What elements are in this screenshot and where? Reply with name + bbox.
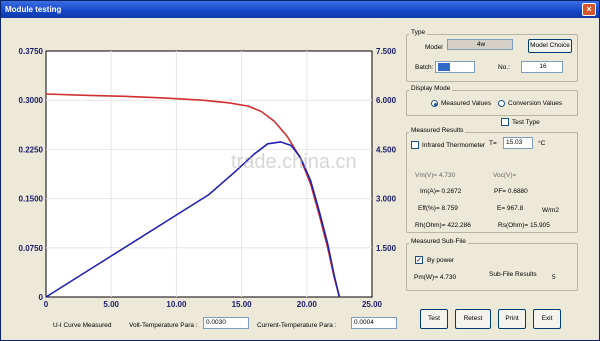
display-mode-title: Display Mode	[409, 85, 453, 92]
y-left-tick-label: 0.3000	[19, 96, 44, 105]
title-bar: Module testing ×	[1, 1, 599, 18]
subfile-title: Measured Sub-File	[409, 238, 468, 245]
x-tick-label: 10.00	[166, 300, 187, 307]
x-tick-label: 15.00	[232, 300, 253, 307]
voc-value: Voc(V)=	[493, 172, 517, 179]
module-testing-window: Module testing × 0.3750 0.3000 0.2250 0.150…	[0, 0, 600, 341]
volt-temp-label: Volt-Temperature Para :	[129, 322, 198, 329]
type-group-title: Type	[409, 29, 428, 36]
retest-button[interactable]: Retest	[455, 309, 491, 329]
subfile-results-label: Sub-File Results	[489, 271, 537, 278]
left-axis-ticks: 0.37500.30000.22500.15000.07500	[19, 47, 44, 302]
t-label: T=	[489, 140, 497, 147]
y-left-tick-label: 0.0750	[19, 244, 44, 253]
x-tick-label: 20.00	[297, 300, 318, 307]
subfile-results-value: 5	[552, 274, 556, 281]
e-value: E= 967.8	[497, 205, 524, 212]
infrared-checkbox[interactable]	[411, 141, 419, 149]
y-right-tick-label: 4.500	[376, 145, 397, 154]
y-left-tick-label: 0.2250	[19, 145, 44, 154]
im-value: Im(A)= 0.2672	[420, 188, 462, 195]
model-choice-button[interactable]: Model Choice	[528, 39, 572, 53]
y-right-tick-label: 7.500	[376, 47, 397, 56]
x-tick-label: 5.00	[103, 300, 119, 307]
batch-label: Batch:	[415, 64, 434, 71]
measured-values-label: Measured Values	[441, 100, 492, 107]
t-unit: °C	[538, 140, 546, 147]
test-type-checkbox[interactable]	[501, 118, 509, 126]
print-button[interactable]: Print	[498, 309, 526, 329]
test-button[interactable]: Test	[420, 309, 448, 329]
pf-value: PF= 0.6880	[494, 188, 528, 195]
volt-temp-input[interactable]: 0.0030	[203, 317, 249, 329]
model-value: 4w	[447, 39, 513, 50]
x-axis-ticks: 0 5.00 10.00 15.00 20.00 25.00	[44, 300, 383, 307]
pm-value: Pm(W)= 4.730	[414, 274, 457, 281]
batch-input[interactable]	[435, 61, 475, 73]
infrared-label: Infrared Thermometer	[422, 142, 486, 149]
y-right-tick-label: 1.500	[376, 244, 397, 253]
model-label: Model	[425, 44, 443, 51]
subfile-group	[406, 243, 578, 291]
exit-button[interactable]: Exit	[533, 309, 561, 329]
conversion-values-label: Conversion Values	[508, 100, 563, 107]
rs-value: Rs(Ohm)= 15.905	[498, 222, 550, 229]
by-power-label: By power	[427, 257, 455, 264]
rh-value: Rh(Ohm)= 422.286	[415, 222, 471, 229]
measured-results-title: Measured Results	[409, 127, 466, 134]
curr-temp-label: Current-Temperature Para :	[257, 322, 337, 329]
batch-selection	[438, 63, 450, 71]
t-input[interactable]: 15.03	[503, 137, 533, 149]
y-right-tick-label: 6.000	[376, 96, 397, 105]
y-left-tick-label: 0.1500	[19, 195, 44, 204]
measured-values-radio[interactable]	[431, 100, 438, 107]
y-left-tick-label: 0.3750	[19, 47, 44, 56]
e-unit: W/m2	[542, 207, 559, 214]
curr-temp-input[interactable]: 0.0004	[351, 317, 397, 329]
curve-measured-label: U-I Curve Measured	[53, 322, 112, 329]
watermark-text: trade.china.cn	[231, 151, 357, 173]
test-type-label: Test Type	[512, 119, 540, 126]
x-tick-label: 25.00	[362, 300, 383, 307]
conversion-values-radio[interactable]	[498, 100, 505, 107]
right-axis-ticks: 7.500 6.000 4.500 3.000 1.500	[376, 47, 397, 253]
window-title: Module testing	[5, 5, 62, 14]
x-tick-label: 0	[44, 300, 49, 307]
close-icon[interactable]: ×	[582, 3, 596, 16]
y-right-tick-label: 3.000	[376, 195, 397, 204]
no-input[interactable]: 16	[521, 61, 563, 73]
vm-value: Vm(V)= 4.730	[415, 172, 456, 179]
eff-value: Eff(%)= 8.759	[418, 205, 458, 212]
plot-background	[45, 50, 373, 298]
by-power-checkbox[interactable]: ✓	[415, 256, 423, 264]
no-label: No.:	[498, 64, 510, 71]
